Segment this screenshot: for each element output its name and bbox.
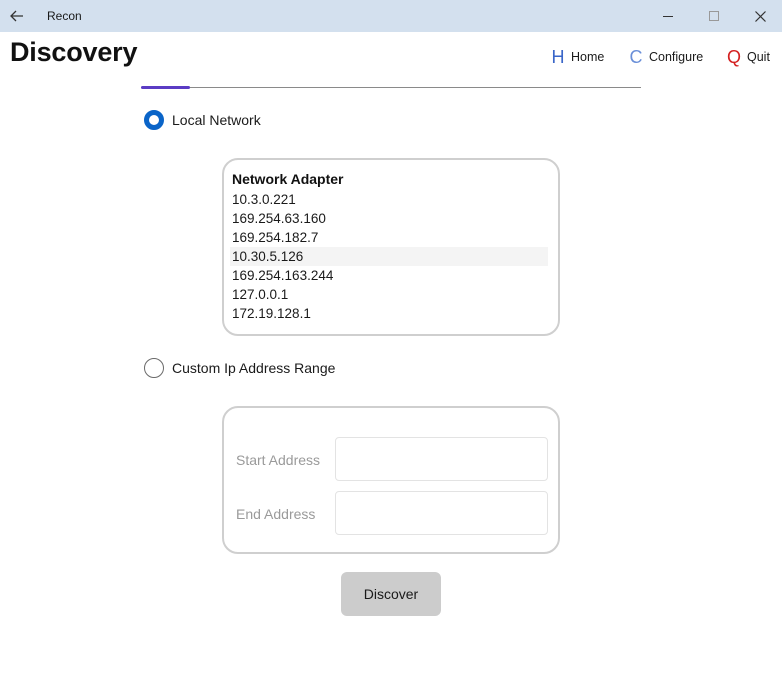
minimize-icon xyxy=(663,16,673,17)
nav-configure-button[interactable]: C Configure xyxy=(627,45,704,69)
progress-accent xyxy=(141,86,190,89)
adapter-list-item[interactable]: 169.254.63.160 xyxy=(230,209,548,228)
configure-key-icon: C xyxy=(629,46,643,67)
discover-button[interactable]: Discover xyxy=(341,572,441,616)
adapter-list-item[interactable]: 127.0.0.1 xyxy=(230,285,548,304)
radio-custom-range-label: Custom Ip Address Range xyxy=(172,360,336,376)
end-address-label: End Address xyxy=(236,506,316,522)
window-title: Recon xyxy=(47,9,82,23)
arrow-left-icon xyxy=(10,10,23,22)
maximize-button[interactable] xyxy=(691,0,737,32)
adapter-list-item[interactable]: 10.30.5.126 xyxy=(230,247,548,266)
nav-quit-button[interactable]: Q Quit xyxy=(725,45,770,69)
radio-custom-range[interactable]: Custom Ip Address Range xyxy=(144,357,335,379)
quit-key-icon: Q xyxy=(726,46,741,67)
title-bar: Recon xyxy=(0,0,782,32)
home-key-icon: H xyxy=(551,46,565,67)
adapter-list-item[interactable]: 172.19.128.1 xyxy=(230,304,548,323)
radio-local-network[interactable]: Local Network xyxy=(144,109,261,131)
radio-unselected-icon xyxy=(144,358,164,378)
nav-configure-label: Configure xyxy=(649,50,704,64)
adapter-list-item[interactable]: 10.3.0.221 xyxy=(230,190,548,209)
close-button[interactable] xyxy=(737,0,782,32)
nav-home-label: Home xyxy=(571,50,605,64)
close-icon xyxy=(754,10,766,22)
start-address-input[interactable] xyxy=(335,437,548,481)
radio-selected-icon xyxy=(144,110,164,130)
minimize-button[interactable] xyxy=(645,0,691,32)
network-adapter-header: Network Adapter xyxy=(232,171,344,187)
start-address-label: Start Address xyxy=(236,452,321,468)
ip-range-panel: Start Address End Address xyxy=(222,406,560,554)
nav-home-button[interactable]: H Home xyxy=(549,45,605,69)
network-adapter-list-panel: Network Adapter 10.3.0.221 169.254.63.160… xyxy=(222,158,560,336)
network-adapter-list: 10.3.0.221 169.254.63.160 169.254.182.7 10.… xyxy=(230,190,548,323)
nav-quit-label: Quit xyxy=(747,50,770,64)
page-title: Discovery xyxy=(10,37,138,67)
radio-local-network-label: Local Network xyxy=(172,112,261,128)
adapter-list-item[interactable]: 169.254.182.7 xyxy=(230,228,548,247)
back-button[interactable] xyxy=(6,4,28,28)
end-address-input[interactable] xyxy=(335,491,548,535)
adapter-list-item[interactable]: 169.254.163.244 xyxy=(230,266,548,285)
divider xyxy=(141,87,641,88)
maximize-icon xyxy=(709,11,719,21)
